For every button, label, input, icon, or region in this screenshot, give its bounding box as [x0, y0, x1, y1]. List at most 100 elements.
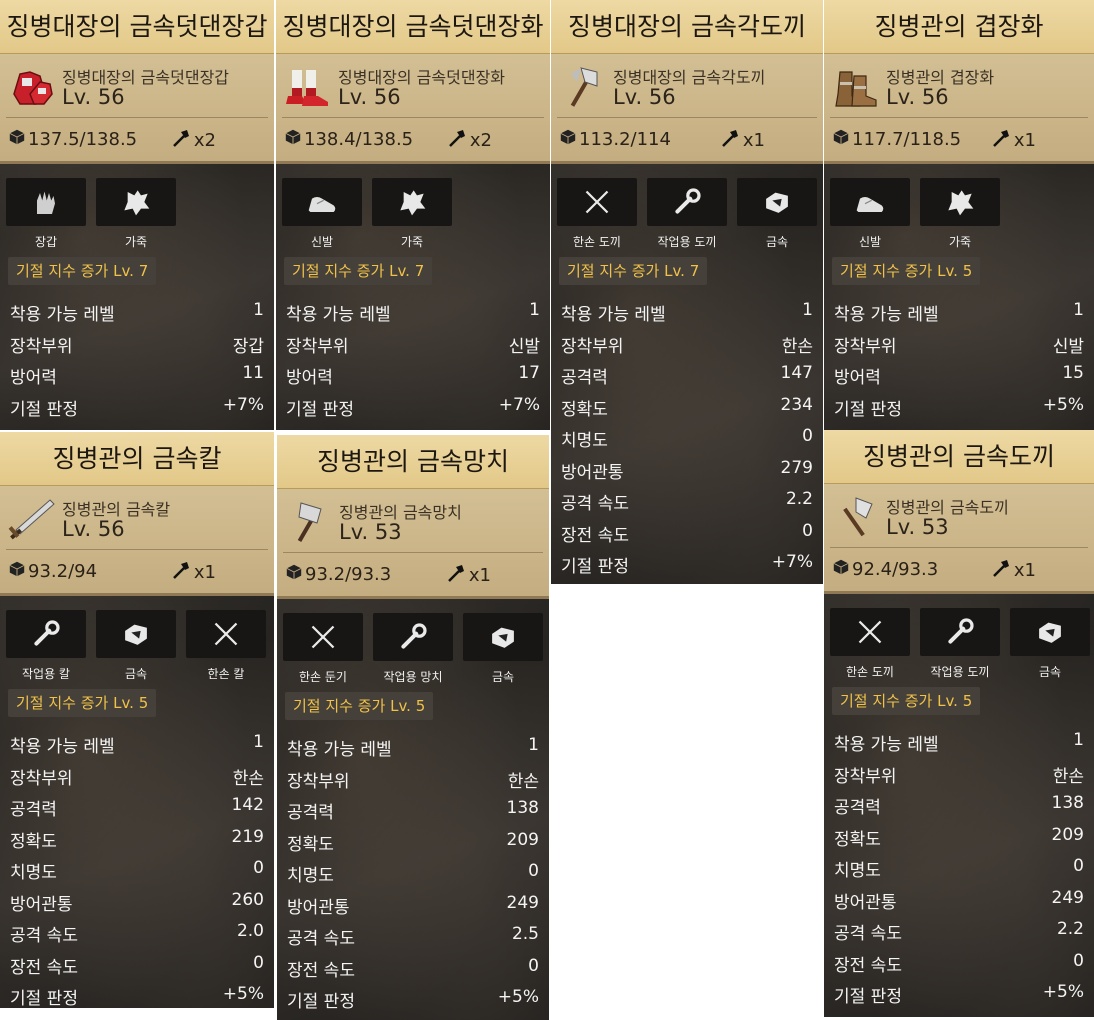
item-header: 징병관의 금속도끼 Lv. 53 92.4/93.3 x1: [824, 484, 1094, 594]
stat-value: 한손: [1052, 766, 1084, 787]
item-card[interactable]: 징병대장의 금속덧댄장갑 징병대장의 금속덧댄장갑 Lv. 56 137.5/1…: [0, 0, 274, 430]
item-header: 징병대장의 금속각도끼 Lv. 56 113.2/114 x1: [551, 54, 823, 164]
stat-value: 0: [1073, 856, 1084, 876]
tag: 작업용 칼: [6, 610, 86, 682]
tag-list: 신발 가죽: [282, 178, 452, 250]
stat-name: 기절 판정: [10, 989, 78, 1008]
stat-name: 치명도: [834, 861, 881, 881]
divider: [6, 117, 268, 118]
stat-row: 방어력 11: [0, 359, 274, 391]
count-info: x1: [991, 558, 1036, 583]
tag: 가죽: [372, 178, 452, 250]
item-header: 징병관의 겹장화 Lv. 56 117.7/118.5 x1: [824, 54, 1094, 164]
stat-row: 공격력 138: [277, 794, 549, 826]
item-card[interactable]: 징병관의 금속망치 징병관의 금속망치 Lv. 53 93.2/93.3 x1 …: [277, 435, 549, 1020]
stat-value: 장갑: [232, 336, 264, 357]
stat-name: 공격력: [561, 368, 608, 388]
item-header: 징병관의 금속망치 Lv. 53 93.2/93.3 x1: [277, 489, 549, 599]
stat-row: 착용 가능 레벨 1: [0, 728, 274, 760]
stat-name: 기절 판정: [834, 987, 902, 1007]
item-title: 징병관의 금속도끼: [824, 430, 1094, 484]
stat-row: 기절 판정 +5%: [0, 980, 274, 1008]
stats-list: 착용 가능 레벨 1 장착부위 한손 공격력 138 정확도 209 치명도 0…: [824, 726, 1094, 1010]
stat-value: 0: [253, 952, 264, 973]
stat-name: 공격력: [10, 800, 57, 820]
tag-label: 장갑: [34, 235, 58, 249]
stats-list: 착용 가능 레벨 1 장착부위 한손 공격력 138 정확도 209 치명도 0…: [277, 731, 549, 1015]
tag-label: 한손 칼: [207, 667, 245, 681]
glove-tag-icon: [6, 178, 86, 226]
tag-label: 한손 도끼: [846, 665, 894, 679]
wrench-icon: [373, 613, 453, 661]
weight-value: 138.4/138.5: [304, 129, 414, 150]
stat-value: 138: [506, 798, 539, 818]
stat-row: 장전 속도 0: [277, 952, 549, 984]
tag-label: 한손 도끼: [573, 235, 621, 249]
item-card[interactable]: 징병대장의 금속각도끼 징병대장의 금속각도끼 Lv. 56 113.2/114…: [551, 0, 823, 584]
weight-icon: [8, 128, 26, 151]
stat-value: 0: [528, 861, 539, 881]
stat-value: 한손: [781, 336, 813, 357]
stat-name: 장착부위: [286, 336, 349, 357]
weight-icon: [832, 558, 850, 581]
divider: [557, 117, 817, 118]
stats-list: 착용 가능 레벨 1 장착부위 장갑 방어력 11 기절 판정 +7%: [0, 296, 274, 422]
stun-bonus-badge: 기절 지수 증가 Lv. 5: [285, 692, 434, 720]
item-card[interactable]: 징병관의 겹장화 징병관의 겹장화 Lv. 56 117.7/118.5 x1 …: [824, 0, 1094, 430]
weight-icon: [559, 128, 577, 151]
stat-value: 2.2: [785, 489, 813, 509]
stat-name: 정확도: [10, 831, 57, 852]
divider: [830, 547, 1088, 548]
tag-list: 한손 도끼 작업용 도끼 금속: [830, 608, 1090, 680]
stat-row: 기절 판정 +5%: [824, 391, 1094, 423]
stat-name: 치명도: [10, 863, 57, 883]
weight-info: 137.5/138.5: [8, 128, 137, 151]
stat-name: 치명도: [287, 866, 334, 886]
tag-label: 신발: [310, 235, 334, 249]
item-card[interactable]: 징병대장의 금속덧댄장화 징병대장의 금속덧댄장화 Lv. 56 138.4/1…: [276, 0, 550, 430]
stat-name: 정확도: [834, 829, 881, 850]
hammer-icon: [447, 128, 467, 153]
stat-name: 치명도: [561, 431, 608, 451]
stat-value: 1: [528, 735, 539, 755]
stat-row: 정확도 209: [277, 826, 549, 858]
stat-name: 장착부위: [834, 336, 897, 357]
stat-row: 정확도 209: [824, 821, 1094, 853]
stat-row: 장착부위 장갑: [0, 328, 274, 360]
weight-icon: [284, 128, 302, 151]
stat-value: 2.2: [1056, 919, 1084, 939]
item-title: 징병관의 금속망치: [277, 435, 549, 489]
tag: 신발: [830, 178, 910, 250]
stat-name: 장착부위: [287, 771, 350, 792]
stats-list: 착용 가능 레벨 1 장착부위 신발 방어력 17 기절 판정 +7%: [276, 296, 550, 422]
item-card[interactable]: 징병관의 금속도끼 징병관의 금속도끼 Lv. 53 92.4/93.3 x1 …: [824, 430, 1094, 1017]
divider: [830, 117, 1088, 118]
stat-value: 0: [253, 858, 264, 878]
crossed-blades-icon: [283, 613, 363, 661]
stat-row: 공격력 147: [551, 359, 823, 391]
tag: 장갑: [6, 178, 86, 250]
count-info: x1: [991, 128, 1036, 153]
stat-name: 공격 속도: [561, 494, 629, 514]
stat-name: 방어력: [10, 368, 57, 388]
stat-row: 방어관통 279: [551, 454, 823, 486]
stat-row: 방어관통 260: [0, 886, 274, 918]
stat-name: 기절 판정: [834, 399, 902, 420]
stat-value: +7%: [222, 394, 264, 415]
stat-row: 장착부위 신발: [824, 328, 1094, 360]
stat-name: 장착부위: [10, 768, 73, 789]
stat-value: 1: [253, 300, 264, 320]
hammer-icon: [171, 128, 191, 153]
stat-row: 착용 가능 레벨 1: [276, 296, 550, 328]
item-card[interactable]: 징병관의 금속칼 징병관의 금속칼 Lv. 56 93.2/94 x1 작업용 …: [0, 432, 274, 1008]
metal-icon: [96, 610, 176, 658]
divider: [283, 552, 543, 553]
item-header: 징병대장의 금속덧댄장화 Lv. 56 138.4/138.5 x2: [276, 54, 550, 164]
stat-row: 기절 판정 +7%: [276, 391, 550, 423]
weight-info: 117.7/118.5: [832, 128, 961, 151]
count-info: x1: [446, 563, 491, 588]
stat-name: 방어관통: [287, 897, 350, 918]
hammer-icon: [991, 558, 1011, 583]
leather-icon: [920, 178, 1000, 226]
hammer-icon: [991, 128, 1011, 153]
